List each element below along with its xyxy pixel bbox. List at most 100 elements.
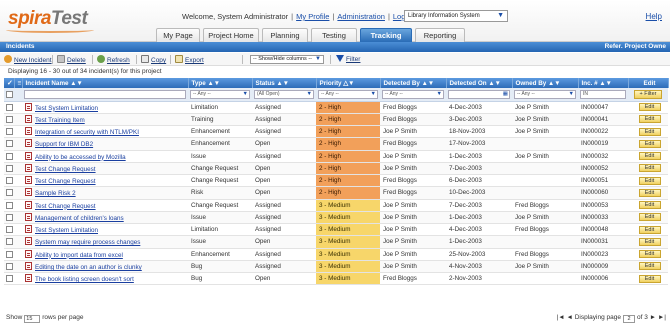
export-button[interactable]: Export (175, 55, 204, 65)
incident-icon (25, 127, 32, 136)
detected-by-cell: Joe P Smith (380, 248, 446, 261)
edit-button[interactable]: Edit (638, 201, 661, 210)
incident-name-link[interactable]: Integration of security with NTLM/PKI (35, 129, 139, 136)
filter-button[interactable]: Filter (336, 55, 360, 65)
page-size-select[interactable]: 15 (24, 315, 41, 323)
type-filter-select[interactable]: -- Any -- ▼ (190, 89, 250, 99)
col-incident-number[interactable]: Inc. # ▲▼ (578, 78, 629, 88)
row-checkbox[interactable] (5, 213, 13, 221)
edit-button[interactable]: Edit (638, 152, 661, 161)
incident-icon (25, 237, 32, 246)
row-checkbox[interactable] (5, 128, 13, 136)
table-row: Management of children's loans Issue Assig… (4, 211, 668, 225)
export-icon (175, 55, 183, 63)
col-incident-name[interactable]: Incident Name ▲▼ (22, 78, 189, 88)
incident-name-link[interactable]: Ability to be accessed by Mozilla (35, 154, 126, 161)
edit-button[interactable]: Edit (638, 103, 661, 112)
row-checkbox[interactable] (5, 189, 13, 197)
row-expand-cell (14, 174, 22, 188)
edit-button[interactable]: Edit (638, 188, 661, 197)
row-checkbox[interactable] (5, 238, 13, 246)
detected-by-cell: Joe P Smith (380, 260, 446, 274)
calendar-icon[interactable]: ▦ (503, 91, 508, 98)
incident-icon (25, 102, 32, 111)
col-detected-on[interactable]: Detected On ▲▼ (446, 78, 513, 88)
incident-name-link[interactable]: Test Training Item (35, 117, 85, 124)
edit-button[interactable]: Edit (638, 274, 661, 283)
select-all-header[interactable]: ✓ (4, 78, 15, 88)
row-checkbox[interactable] (5, 201, 13, 209)
delete-button[interactable]: Delete (57, 55, 86, 65)
pager-next-controls[interactable]: of 3 ► ►| (637, 314, 666, 321)
edit-button[interactable]: Edit (638, 213, 661, 222)
edit-button[interactable]: Edit (638, 115, 661, 124)
copy-button[interactable]: Copy (141, 55, 166, 65)
row-checkbox[interactable] (5, 275, 13, 283)
row-checkbox[interactable] (5, 152, 13, 160)
section-title: Incidents (6, 43, 35, 50)
edit-button[interactable]: Edit (638, 237, 661, 246)
edit-button[interactable]: Edit (638, 225, 661, 234)
tab-planning[interactable]: Planning (262, 28, 308, 42)
status-filter-select[interactable]: (All Open) ▼ (254, 89, 314, 99)
incident-name-link[interactable]: The book listing screen doesn't sort (35, 276, 134, 283)
show-hide-columns-select[interactable]: -- Show/Hide columns -- ▼ (250, 55, 324, 64)
edit-button[interactable]: Edit (638, 164, 661, 173)
row-checkbox[interactable] (5, 226, 13, 234)
edit-button[interactable]: Edit (638, 262, 661, 271)
select-all-checkbox[interactable] (6, 90, 13, 98)
pager-prev-controls[interactable]: |◄ ◄ Displaying page (557, 314, 621, 321)
row-checkbox[interactable] (5, 164, 13, 172)
tab-tracking[interactable]: Tracking (360, 28, 412, 42)
table-row: Ability to import data from excel Enhance… (4, 248, 668, 261)
incident-name-link[interactable]: Test Change Request (35, 178, 96, 185)
detected-by-filter-select[interactable]: -- Any -- ▼ (382, 89, 444, 99)
my-profile-link[interactable]: My Profile (296, 12, 329, 21)
tab-reporting[interactable]: Reporting (415, 28, 465, 42)
priority-filter-select[interactable]: -- Any -- ▼ (318, 89, 378, 99)
row-checkbox[interactable] (5, 262, 13, 270)
incident-name-link[interactable]: Support for IBM DB2 (35, 141, 93, 148)
incident-toolbar: New Incident Delete Refresh Copy Export … (0, 53, 670, 66)
current-page-input[interactable]: 2 (622, 315, 635, 323)
row-expand-cell (14, 125, 22, 139)
incident-name-link[interactable]: Management of children's loans (35, 215, 124, 222)
administration-link[interactable]: Administration (337, 12, 385, 21)
incident-name-link[interactable]: System may require process changes (35, 239, 140, 246)
col-priority[interactable]: Priority △▼ (316, 78, 381, 88)
incident-name-link[interactable]: Test System Limitation (35, 105, 98, 112)
refresh-button[interactable]: Refresh (97, 55, 130, 65)
row-checkbox[interactable] (5, 177, 13, 185)
incident-name-link[interactable]: Sample Risk 2 (35, 190, 76, 197)
name-filter-input[interactable] (24, 89, 186, 99)
edit-button[interactable]: Edit (638, 139, 661, 148)
row-checkbox[interactable] (5, 115, 13, 123)
row-checkbox[interactable] (5, 250, 13, 258)
detected-on-filter-input[interactable]: ▦ (448, 89, 510, 99)
type-cell: Enhancement (188, 137, 252, 151)
project-select[interactable]: Library Information System ▼ (404, 10, 508, 22)
incident-name-link[interactable]: Ability to import data from excel (35, 252, 123, 259)
incident-name-link[interactable]: Test Change Request (35, 166, 96, 173)
incident-name-link[interactable]: Test Change Request (35, 203, 96, 210)
incident-name-link[interactable]: Editing the date on an author is clunky (35, 264, 142, 271)
row-checkbox[interactable] (5, 103, 13, 111)
tab-my-page[interactable]: My Page (156, 28, 200, 42)
tab-testing[interactable]: Testing (311, 28, 357, 42)
incident-number-filter-input[interactable]: IN (580, 89, 626, 99)
edit-button[interactable]: Edit (638, 250, 661, 259)
incident-name-link[interactable]: Test System Limitation (35, 227, 98, 234)
filter-status-cell: (All Open) ▼ (252, 88, 316, 102)
edit-button[interactable]: Edit (638, 176, 661, 185)
tab-project-home[interactable]: Project Home (203, 28, 259, 42)
apply-filter-button[interactable]: + Filter (634, 89, 662, 99)
new-incident-button[interactable]: New Incident (4, 55, 52, 65)
row-checkbox[interactable] (5, 140, 13, 148)
owner-filter-select[interactable]: -- Any -- ▼ (514, 89, 576, 99)
col-type[interactable]: Type ▲▼ (188, 78, 253, 88)
col-detected-by[interactable]: Detected By ▲▼ (380, 78, 447, 88)
edit-button[interactable]: Edit (638, 127, 661, 136)
col-owned-by[interactable]: Owned By ▲▼ (512, 78, 579, 88)
col-status[interactable]: Status ▲▼ (252, 78, 317, 88)
help-link[interactable]: Help (646, 12, 662, 21)
